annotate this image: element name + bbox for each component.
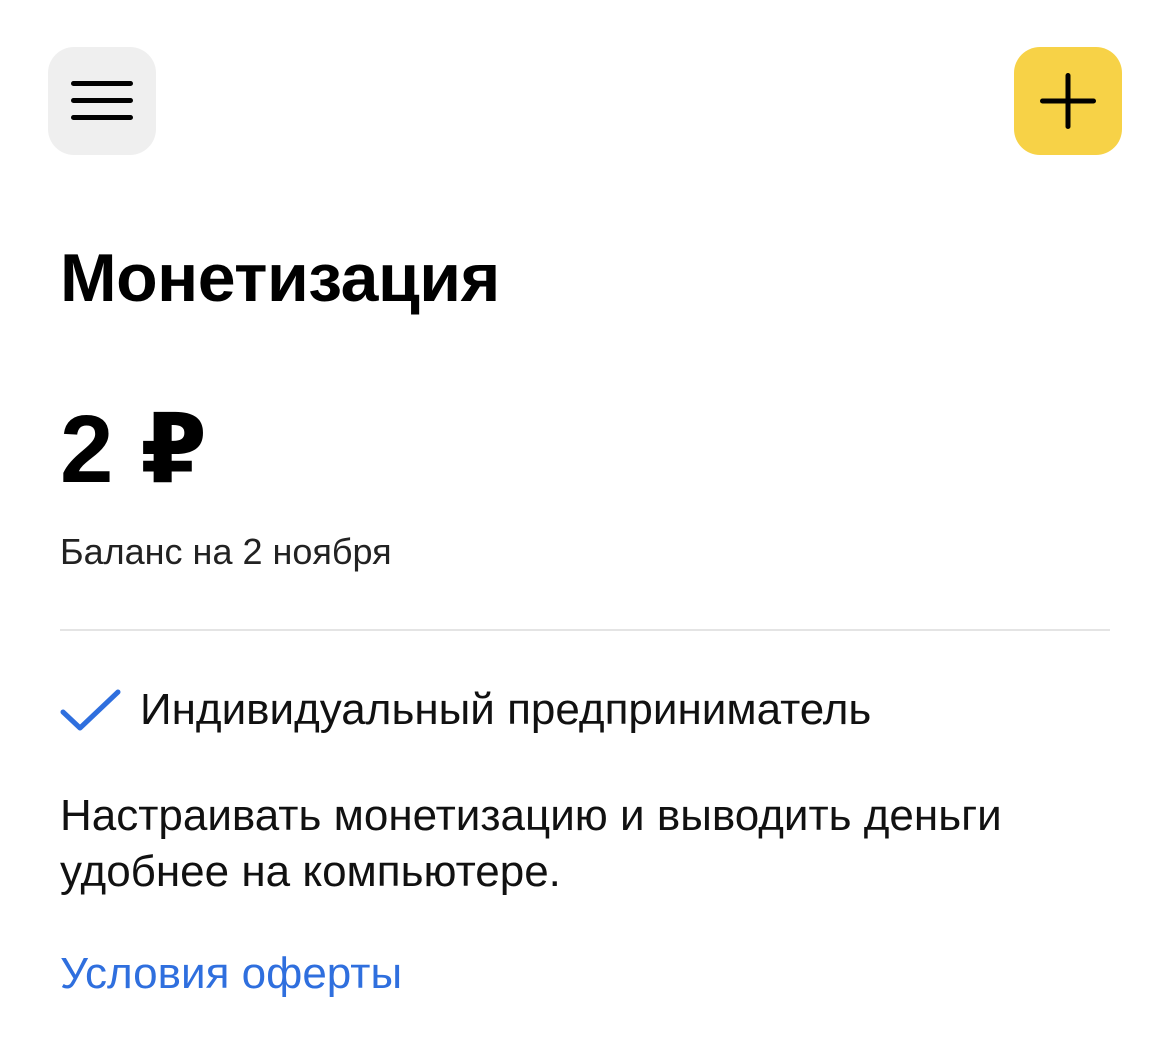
legal-status-label: Индивидуальный предприниматель <box>140 685 872 734</box>
divider <box>60 629 1110 631</box>
info-text: Настраивать монетизацию и выводить деньг… <box>60 791 1002 896</box>
legal-status-row: Индивидуальный предприниматель <box>60 682 871 738</box>
menu-button[interactable] <box>48 47 156 155</box>
plus-icon <box>1040 73 1096 129</box>
page-title: Монетизация <box>60 240 500 316</box>
check-icon <box>60 689 121 731</box>
balance-amount: 2 ₽ <box>60 396 207 503</box>
balance-caption: Баланс на 2 ноября <box>60 531 392 572</box>
add-button[interactable] <box>1014 47 1122 155</box>
offer-terms-link[interactable]: Условия оферты <box>60 946 402 1002</box>
hamburger-menu-icon <box>71 81 133 120</box>
